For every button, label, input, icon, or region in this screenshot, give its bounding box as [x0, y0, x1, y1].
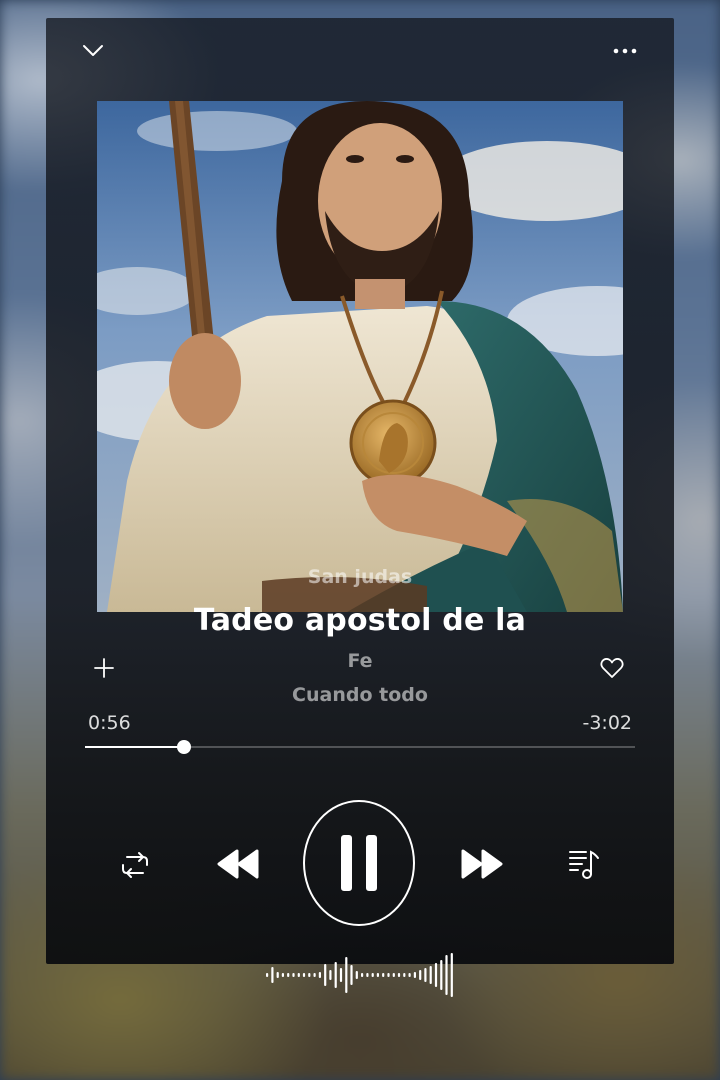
- progress-handle[interactable]: [177, 740, 191, 754]
- waveform-bar: [445, 955, 448, 995]
- add-to-library-button[interactable]: [90, 654, 118, 682]
- waveform-bar: [408, 973, 411, 977]
- repeat-button[interactable]: [116, 846, 154, 884]
- waveform-bar: [376, 973, 379, 977]
- heart-icon: [600, 658, 624, 678]
- waveform-bar: [292, 973, 295, 977]
- remaining-time: -3:02: [582, 712, 632, 734]
- waveform-bar: [308, 973, 311, 977]
- plus-icon: [94, 658, 114, 678]
- waveform-bar: [397, 973, 401, 977]
- waveform-bar: [434, 963, 438, 987]
- waveform-bar: [350, 965, 353, 985]
- waveform-icon: [266, 953, 453, 997]
- music-queue-icon: [569, 850, 599, 879]
- waveform-bar: [287, 973, 290, 977]
- waveform-bar: [392, 973, 395, 977]
- lyric-current-line: Tadeo apostol de la: [193, 603, 527, 638]
- waveform-bar: [276, 972, 279, 978]
- chevron-down-icon: [83, 45, 103, 56]
- waveform-bar: [313, 973, 316, 977]
- waveform-bar: [361, 973, 364, 977]
- play-pause-button[interactable]: [303, 800, 415, 926]
- album-artwork: [97, 101, 623, 612]
- progress-fill: [85, 746, 184, 748]
- waveform-bar: [271, 967, 274, 983]
- waveform-bar: [387, 973, 390, 977]
- waveform-bar: [297, 973, 300, 977]
- waveform-bar: [440, 960, 443, 990]
- rewind-icon: [217, 849, 259, 879]
- progress-bar[interactable]: [85, 740, 635, 754]
- waveform-bar: [329, 970, 332, 980]
- pause-icon: [341, 835, 377, 891]
- waveform-bar: [281, 973, 284, 977]
- artwork-illustration: [97, 101, 623, 612]
- lyric-previous-line: San judas: [307, 566, 413, 588]
- queue-button[interactable]: [566, 846, 602, 882]
- like-button[interactable]: [598, 654, 626, 682]
- more-horizontal-icon: [613, 48, 637, 54]
- waveform-bar: [366, 973, 369, 977]
- waveform-bar: [413, 972, 416, 978]
- waveform-bar: [450, 953, 453, 997]
- waveform-bar: [334, 962, 337, 988]
- waveform-bar: [371, 973, 374, 977]
- fast-forward-icon: [461, 849, 503, 879]
- waveform-bar: [345, 957, 348, 993]
- waveform-bar: [429, 966, 432, 984]
- waveform-bar: [424, 968, 427, 982]
- previous-track-button[interactable]: [214, 843, 262, 885]
- waveform-bar: [318, 972, 321, 978]
- collapse-button[interactable]: [78, 36, 108, 66]
- more-options-button[interactable]: [610, 36, 640, 66]
- waveform-bar: [382, 973, 385, 977]
- waveform-bar: [339, 968, 343, 982]
- waveform-bar: [355, 971, 358, 979]
- repeat-icon: [122, 852, 148, 878]
- lyric-next-line: Cuando todo: [292, 684, 428, 706]
- waveform-bar: [324, 964, 327, 986]
- waveform-bar: [403, 973, 406, 977]
- waveform-bar: [302, 973, 306, 977]
- audio-waveform: [266, 950, 456, 1000]
- waveform-bar: [266, 973, 269, 977]
- next-track-button[interactable]: [458, 843, 506, 885]
- elapsed-time: 0:56: [88, 712, 131, 734]
- waveform-bar: [419, 970, 422, 980]
